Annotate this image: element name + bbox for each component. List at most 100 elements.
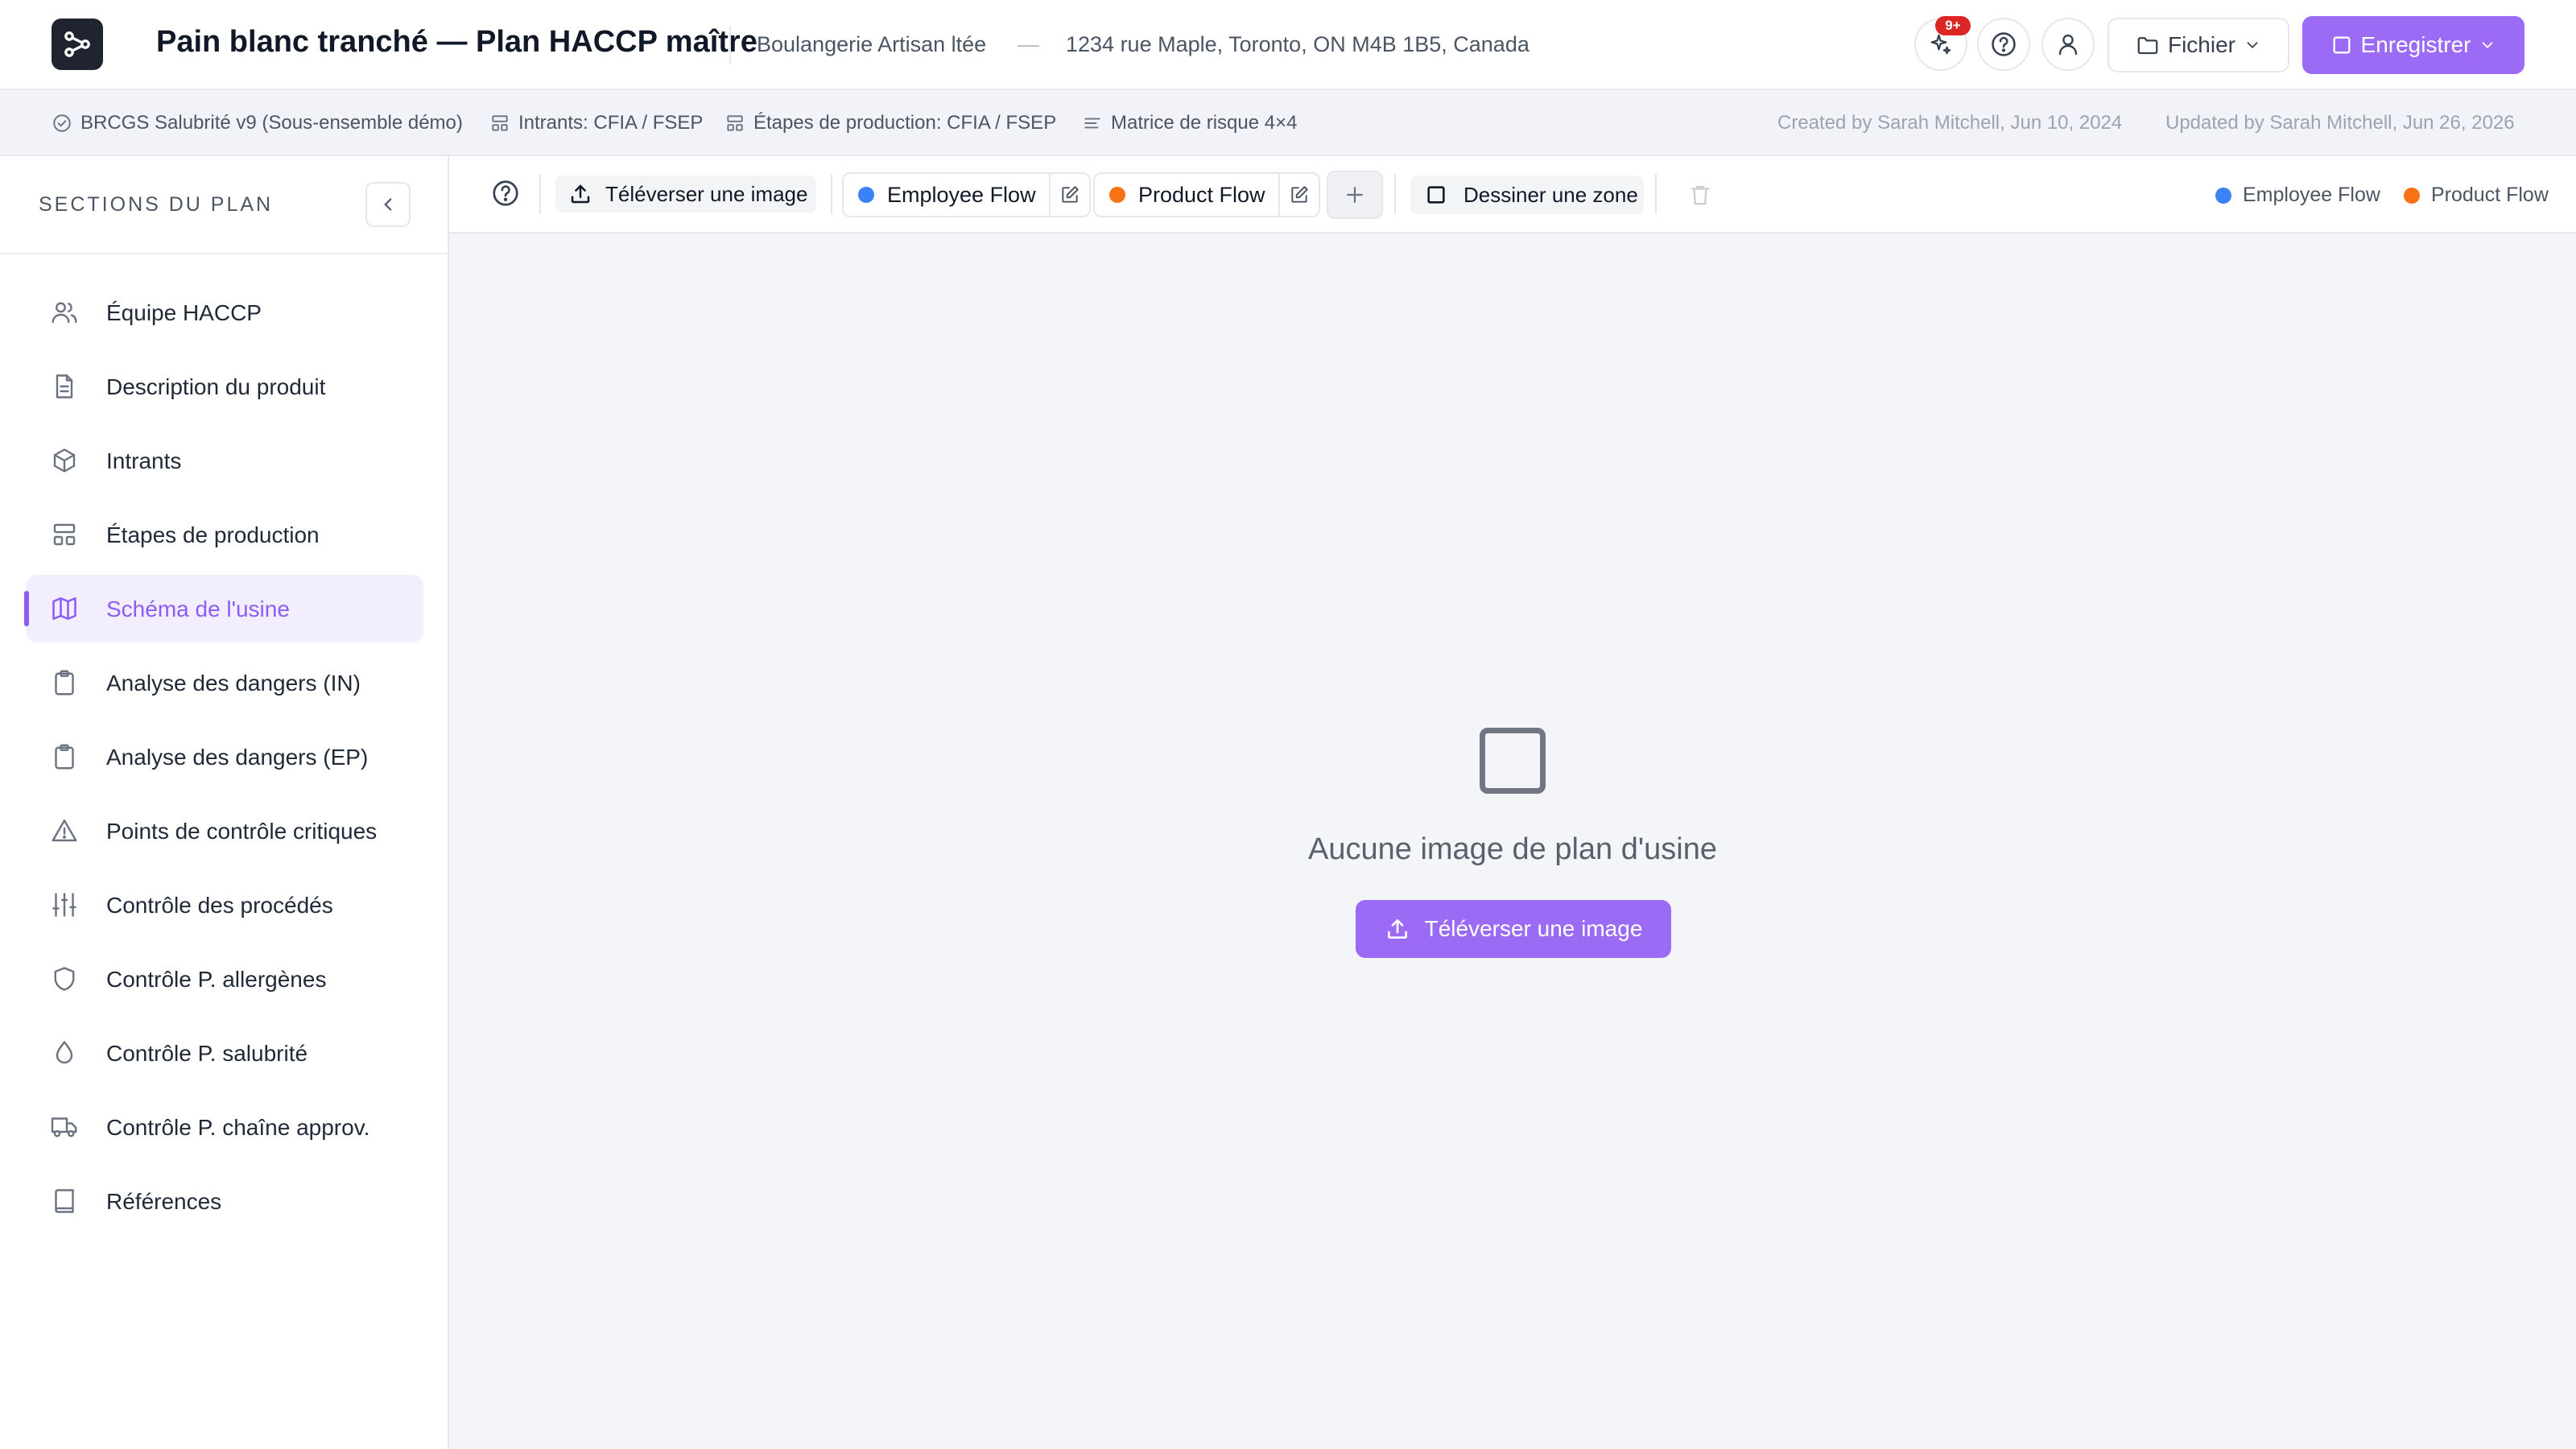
standard-label: BRCGS Salubrité v9 (Sous-ensemble démo): [80, 112, 463, 134]
save-button[interactable]: Enregistrer: [2302, 16, 2524, 74]
sidebar-item-production-steps[interactable]: Étapes de production: [26, 501, 423, 568]
toolbar-divider: [1394, 174, 1396, 214]
droplet-icon: [50, 1038, 79, 1067]
toolbar-help-button[interactable]: [488, 175, 523, 211]
risk-matrix-label: Matrice de risque 4×4: [1111, 112, 1298, 134]
help-icon: [493, 180, 518, 206]
edit-flow-button[interactable]: [1280, 174, 1319, 216]
sliders-icon: [50, 890, 79, 919]
company-address: 1234 rue Maple, Toronto, ON M4B 1B5, Can…: [1066, 32, 1530, 56]
sidebar-item-haccp-team[interactable]: Équipe HACCP: [26, 279, 423, 346]
edit-icon: [1061, 186, 1079, 203]
legend-label: Employee Flow: [2243, 184, 2380, 206]
sidebar-item-critical-control-points[interactable]: Points de contrôle critiques: [26, 797, 423, 865]
sidebar-item-supply-chain-control[interactable]: Contrôle P. chaîne approv.: [26, 1093, 423, 1161]
flow-name: Product Flow: [1138, 182, 1265, 207]
sidebar-item-plant-schematic[interactable]: Schéma de l'usine: [24, 575, 423, 642]
upload-image-label: Téléverser une image: [1424, 916, 1643, 941]
sidebar-item-product-description[interactable]: Description du produit: [26, 353, 423, 420]
upload-image-label: Téléverser une image: [605, 181, 808, 206]
save-button-label: Enregistrer: [2360, 32, 2471, 57]
empty-image-icon: [1480, 728, 1546, 794]
flow-color-dot: [858, 187, 874, 203]
app-logo[interactable]: [52, 19, 103, 70]
clipboard-icon: [50, 742, 79, 771]
chevron-left-icon: [384, 198, 392, 211]
sidebar-item-label: Points de contrôle critiques: [106, 819, 378, 844]
add-flow-button[interactable]: [1327, 171, 1383, 219]
flow-select-employee[interactable]: Employee Flow: [844, 174, 1051, 216]
flow-name: Employee Flow: [887, 182, 1036, 207]
layout-icon: [50, 520, 79, 549]
trash-icon: [1690, 185, 1710, 205]
sidebar-item-sanitation-control[interactable]: Contrôle P. salubrité: [26, 1019, 423, 1087]
sidebar-item-label: Contrôle P. chaîne approv.: [106, 1115, 370, 1140]
file-menu-button[interactable]: Fichier: [2107, 18, 2289, 72]
sidebar-item-label: Intrants: [106, 448, 182, 473]
flow-chip-product[interactable]: Product Flow: [1093, 172, 1320, 217]
legend-employee-flow: Employee Flow: [2215, 184, 2380, 207]
help-button[interactable]: [1977, 18, 2030, 71]
flow-select-product[interactable]: Product Flow: [1095, 174, 1280, 216]
layout-icon: [727, 115, 743, 131]
help-icon: [1992, 32, 2016, 56]
inputs-standard-info: Intrants: CFIA / FSEP: [489, 112, 703, 134]
warning-icon: [50, 816, 79, 845]
steps-standard-label: Étapes de production: CFIA / FSEP: [753, 112, 1057, 134]
sidebar-item-label: Équipe HACCP: [106, 300, 262, 325]
upload-icon: [571, 184, 590, 204]
sidebar-header: SECTIONS DU PLAN: [0, 156, 448, 254]
upload-icon: [1387, 919, 1407, 939]
draw-zone-label: Dessiner une zone: [1463, 182, 1638, 207]
sidebar-item-label: Description du produit: [106, 374, 326, 399]
toolbar-divider: [1655, 174, 1657, 214]
sparkles-icon: [1930, 34, 1951, 55]
list-icon: [1084, 118, 1100, 129]
flow-color-dot: [1109, 187, 1125, 203]
ai-assistant-button[interactable]: 9+: [1914, 16, 1971, 71]
toolbar-upload-image-button[interactable]: Téléverser une image: [555, 175, 816, 213]
toolbar-divider: [539, 174, 541, 214]
sidebar-item-references[interactable]: Références: [26, 1167, 423, 1235]
sidebar-title: SECTIONS DU PLAN: [39, 193, 274, 216]
legend-product-flow: Product Flow: [2404, 184, 2549, 207]
book-icon: [50, 1187, 79, 1216]
draw-zone-button[interactable]: Dessiner une zone: [1410, 175, 1644, 214]
sidebar-item-label: Contrôle P. allergènes: [106, 967, 327, 992]
legend-color-dot: [2404, 187, 2420, 204]
edit-flow-button[interactable]: [1051, 174, 1089, 216]
file-button-label: Fichier: [2167, 32, 2235, 57]
shield-icon: [50, 964, 79, 993]
notification-badge: 9+: [1935, 16, 1971, 35]
sidebar-item-allergen-control[interactable]: Contrôle P. allergènes: [26, 945, 423, 1013]
legend-color-dot: [2215, 187, 2231, 204]
upload-image-button[interactable]: Téléverser une image: [1356, 900, 1671, 958]
save-icon: [2333, 36, 2351, 54]
user-icon: [2058, 34, 2078, 56]
logo-icon: [64, 31, 90, 57]
sidebar-item-hazard-analysis-in[interactable]: Analyse des dangers (IN): [26, 649, 423, 716]
delete-button[interactable]: [1681, 175, 1719, 214]
active-indicator: [24, 591, 29, 626]
clipboard-icon: [50, 668, 79, 697]
company-name: Boulangerie Artisan ltée: [757, 32, 987, 56]
plant-schematic-canvas[interactable]: Aucune image de plan d'usine Téléverser …: [449, 233, 2576, 1449]
document-icon: [50, 372, 79, 401]
collapse-sidebar-button[interactable]: [365, 182, 411, 227]
sidebar-item-process-control[interactable]: Contrôle des procédés: [26, 871, 423, 939]
page-title: Pain blanc tranché — Plan HACCP maître: [156, 25, 758, 59]
check-circle-icon: [53, 114, 71, 132]
empty-state-message: Aucune image de plan d'usine: [1308, 832, 1717, 866]
standard-info: BRCGS Salubrité v9 (Sous-ensemble démo): [52, 112, 463, 134]
flow-chip-employee[interactable]: Employee Flow: [842, 172, 1091, 217]
sidebar-item-inputs[interactable]: Intrants: [26, 427, 423, 494]
legend-label: Product Flow: [2431, 184, 2549, 206]
steps-standard-info: Étapes de production: CFIA / FSEP: [724, 112, 1056, 134]
user-menu-button[interactable]: [2041, 18, 2095, 71]
folder-icon: [2137, 37, 2158, 55]
users-icon: [50, 298, 79, 327]
separator-dash: —: [1018, 32, 1039, 56]
square-icon: [1427, 186, 1445, 204]
sidebar-item-hazard-analysis-ep[interactable]: Analyse des dangers (EP): [26, 723, 423, 791]
truck-icon: [50, 1113, 79, 1141]
